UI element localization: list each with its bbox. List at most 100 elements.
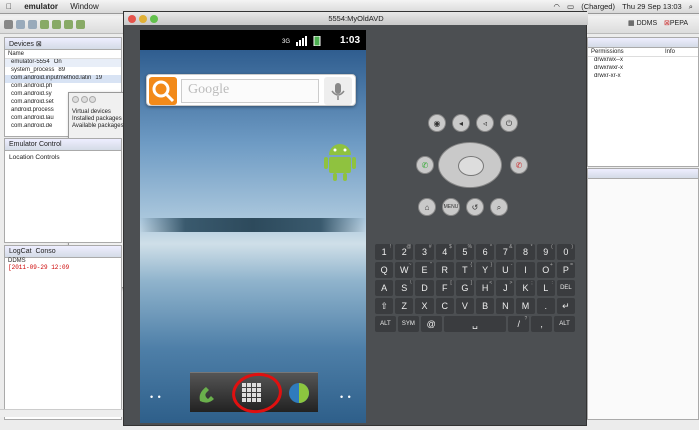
process-row[interactable]: com.android.ph [5,83,121,91]
key[interactable]: P = [556,262,576,278]
key[interactable]: Y} [476,262,495,278]
key[interactable]: K; [516,280,535,296]
dpad-center[interactable] [458,156,484,176]
camera-icon[interactable]: ◉ [428,114,446,132]
popup-item-available-packages[interactable]: Available packages [72,123,124,129]
key[interactable]: X [415,298,434,314]
key[interactable]: T{ [455,262,475,278]
key[interactable]: S \ [395,280,414,296]
key[interactable]: @ [420,316,442,332]
end-call-icon[interactable]: ✆ [510,156,528,174]
key[interactable]: 5% [455,244,475,260]
key[interactable]: V [455,298,475,314]
emulator-control-tab[interactable]: Emulator Control [9,141,62,148]
key[interactable]: N [496,298,515,314]
dpad[interactable] [438,142,502,188]
menu-button[interactable]: MENU [442,198,460,216]
device-row[interactable]: emulator-5554 On [5,59,121,67]
call-icon[interactable]: ✆ [416,156,434,174]
back-icon[interactable]: ↺ [466,198,484,216]
perspective-pepa[interactable]: ⊠PEPA [664,19,688,27]
devices-tab[interactable]: Devices [9,41,34,48]
android-market-icon[interactable] [323,139,357,183]
key[interactable]: H < [476,280,495,296]
key[interactable]: ⇧ [375,298,394,314]
emulator-minimize-button[interactable] [139,15,147,23]
key[interactable]: Z [395,298,414,314]
microphone-icon[interactable] [324,77,352,105]
home-dots-left[interactable]: • • [150,392,162,402]
key[interactable]: ALT [554,316,576,332]
wand-icon[interactable] [64,20,73,29]
key[interactable]: 2 @ [395,244,414,260]
volume-down-icon[interactable]: ◂ [452,114,470,132]
key[interactable]: 1! [375,244,394,260]
key[interactable]: A [375,280,394,296]
power-icon[interactable]: ⏻ [500,114,518,132]
new-icon[interactable] [4,20,13,29]
key[interactable]: 9( [536,244,555,260]
key[interactable]: , [531,316,553,332]
battery-icon[interactable]: ▭ [567,2,574,11]
save-icon[interactable] [16,20,25,29]
key[interactable]: Q [375,262,394,278]
apple-icon[interactable]:  [6,2,12,11]
key[interactable]: E " [415,262,434,278]
key[interactable]: J > [496,280,515,296]
key[interactable]: W ~ [395,262,414,278]
volume-up-icon[interactable]: ◃ [476,114,494,132]
key[interactable]: ␣ [443,316,507,332]
emulator-zoom-button[interactable] [150,15,158,23]
process-row[interactable]: com.android.inputmethod.latin 19 [5,75,121,83]
google-search-widget[interactable]: Google [146,74,356,106]
search-field[interactable]: Google [181,79,319,103]
wand-icon[interactable] [76,20,85,29]
key[interactable]: 0) [556,244,576,260]
key[interactable]: ALT [375,316,396,332]
key[interactable]: /? [508,316,530,332]
key[interactable]: 8 * [516,244,535,260]
process-row[interactable]: system_process 89 [5,67,121,75]
wand-icon[interactable] [52,20,61,29]
print-icon[interactable] [28,20,37,29]
home-dots-right[interactable]: • • [340,392,352,402]
phone-screen[interactable]: 3G 1:03 Google • • • • [140,30,366,423]
key[interactable]: 3 # [415,244,434,260]
search-button-icon[interactable]: ⌕ [490,198,508,216]
app-menu[interactable]: emulator [24,2,58,11]
key[interactable]: . [536,298,555,314]
key[interactable]: O + [536,262,555,278]
home-icon[interactable]: ⌂ [418,198,436,216]
key[interactable]: D [415,280,434,296]
spotlight-icon[interactable]: ⌕ [689,2,693,11]
search-icon[interactable] [149,77,177,105]
console-tab[interactable]: Conso [35,248,55,255]
key[interactable]: 4 $ [435,244,454,260]
key[interactable]: DEL [556,280,576,296]
key[interactable]: F[ [435,280,454,296]
key[interactable]: G] [455,280,475,296]
horizontal-scrollbar[interactable] [0,409,123,417]
key[interactable]: B [476,298,495,314]
phone-dialer-icon[interactable] [196,383,218,405]
wand-icon[interactable] [40,20,49,29]
key[interactable]: SYM [397,316,419,332]
key[interactable]: 7 & [496,244,515,260]
key[interactable]: 6 ^ [476,244,495,260]
key[interactable]: L: [536,280,555,296]
key[interactable]: R [435,262,454,278]
key[interactable]: ↵ [556,298,576,314]
perspective-ddms[interactable]: ▦ DDMS [628,19,657,27]
logcat-tab[interactable]: LogCat [9,248,32,255]
key[interactable]: C [435,298,454,314]
key[interactable]: M [516,298,535,314]
key[interactable]: U- [496,262,515,278]
popup-item-virtual-devices[interactable]: Virtual devices [72,109,124,115]
menubar-clock[interactable]: Thu 29 Sep 13:03 [622,2,682,11]
key[interactable]: I [516,262,535,278]
browser-icon[interactable] [288,382,310,404]
wifi-icon[interactable]: ◠ [553,2,560,11]
popup-item-installed-packages[interactable]: Installed packages [72,116,124,122]
window-menu[interactable]: Window [70,2,98,11]
emulator-close-button[interactable] [128,15,136,23]
